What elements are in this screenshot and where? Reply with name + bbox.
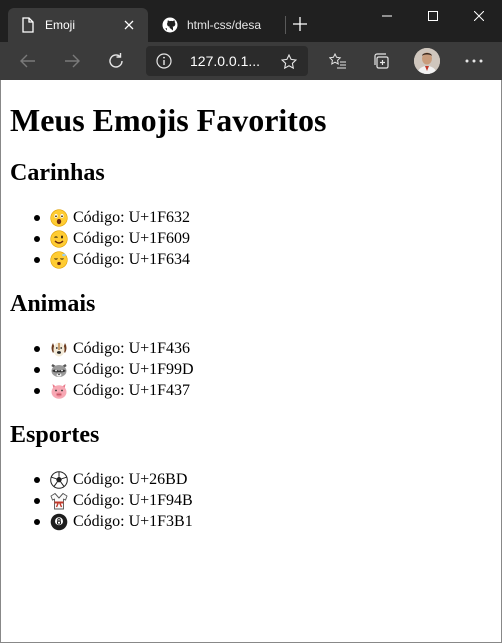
address-url[interactable]: 127.0.0.1... xyxy=(190,53,260,69)
info-icon[interactable] xyxy=(156,53,172,69)
list-item: Código: U+1F99D xyxy=(34,359,194,380)
emoji-code: U+1F634 xyxy=(128,251,191,269)
pig-face-icon xyxy=(51,384,67,400)
favorites-button[interactable] xyxy=(324,47,352,75)
soccer-ball-icon xyxy=(50,470,68,489)
refresh-icon xyxy=(109,53,123,68)
ellipsis-icon xyxy=(465,59,483,63)
emoji-list-animais: Código: U+1F436 Código: U+1F99D Código: … xyxy=(34,338,194,402)
plus-icon xyxy=(293,17,307,31)
refresh-button[interactable] xyxy=(102,47,130,75)
back-button[interactable] xyxy=(14,47,42,75)
close-window-button[interactable] xyxy=(456,0,502,32)
collections-button[interactable] xyxy=(368,47,396,75)
maximize-icon xyxy=(428,11,438,21)
emoji-code: U+1F609 xyxy=(128,229,191,247)
section-heading-animais: Animais xyxy=(10,291,96,317)
section-heading-esportes: Esportes xyxy=(10,422,100,448)
emoji-code: U+1F3B1 xyxy=(128,513,193,531)
page-content: Meus Emojis Favoritos Carinhas Código: U… xyxy=(0,80,502,643)
forward-button[interactable] xyxy=(58,47,86,75)
back-arrow-icon xyxy=(20,54,35,68)
emoji-list-esportes: Código: U+26BD Código: U+1F94B Código: U… xyxy=(34,469,193,533)
bullet xyxy=(34,388,40,395)
maximize-button[interactable] xyxy=(410,0,456,32)
tab-emoji[interactable]: Emoji xyxy=(8,8,148,42)
dog-face-icon xyxy=(51,342,67,357)
list-item: Código: U+1F94B xyxy=(34,490,193,511)
raccoon-icon xyxy=(51,363,67,377)
bullet xyxy=(34,257,40,264)
astonished-face-icon xyxy=(50,209,68,227)
favorites-list-icon xyxy=(329,53,346,69)
emoji-code: U+1F632 xyxy=(128,208,191,226)
github-icon xyxy=(162,17,178,33)
list-item: Código: U+1F436 xyxy=(34,338,194,359)
minimize-button[interactable] xyxy=(364,0,410,32)
tab-title: Emoji xyxy=(45,18,76,32)
document-icon xyxy=(20,17,36,33)
emoji-code: U+1F436 xyxy=(128,339,191,357)
list-item: Código: U+1F609 xyxy=(34,228,190,249)
emoji-list-carinhas: Código: U+1F632 Código: U+1F609 Código: … xyxy=(34,207,190,271)
bullet xyxy=(34,366,40,373)
list-item: Código: U+1F632 xyxy=(34,207,190,228)
bullet xyxy=(34,235,40,242)
emoji-code: U+1F437 xyxy=(128,382,191,400)
favorite-star-icon[interactable] xyxy=(278,51,300,73)
tab-strip: Emoji html-css/desa xyxy=(0,0,502,42)
bullet xyxy=(34,519,40,526)
winking-face-icon xyxy=(50,230,68,248)
bullet xyxy=(34,497,40,504)
close-icon xyxy=(474,11,484,21)
list-item: Código: U+1F437 xyxy=(34,381,194,402)
avatar-icon xyxy=(414,48,440,74)
bullet xyxy=(34,345,40,352)
list-item: Código: U+26BD xyxy=(34,469,193,490)
pool-8-ball-icon xyxy=(50,513,68,531)
sleeping-face-icon xyxy=(50,251,68,269)
profile-avatar[interactable] xyxy=(414,48,440,74)
emoji-code: U+1F99D xyxy=(128,360,194,378)
tab-github[interactable]: html-css/desa xyxy=(150,8,283,42)
more-options-button[interactable] xyxy=(460,47,488,75)
address-bar[interactable]: 127.0.0.1... xyxy=(146,46,308,76)
tab-title: html-css/desa xyxy=(187,18,262,32)
list-item: Código: U+1F634 xyxy=(34,250,190,271)
emoji-code: U+1F94B xyxy=(128,491,193,509)
forward-arrow-icon xyxy=(65,54,80,68)
section-heading-carinhas: Carinhas xyxy=(10,160,105,186)
bullet xyxy=(34,476,40,483)
collections-icon xyxy=(374,53,389,69)
page-title: Meus Emojis Favoritos xyxy=(10,102,327,138)
new-tab-button[interactable] xyxy=(288,12,312,36)
martial-arts-uniform-icon xyxy=(50,492,68,510)
tab-divider xyxy=(285,16,286,34)
browser-toolbar: 127.0.0.1... xyxy=(0,42,502,80)
close-tab-icon[interactable] xyxy=(118,14,140,36)
emoji-code: U+26BD xyxy=(128,470,188,488)
list-item: Código: U+1F3B1 xyxy=(34,512,193,533)
minimize-icon xyxy=(382,15,392,17)
bullet xyxy=(34,214,40,221)
